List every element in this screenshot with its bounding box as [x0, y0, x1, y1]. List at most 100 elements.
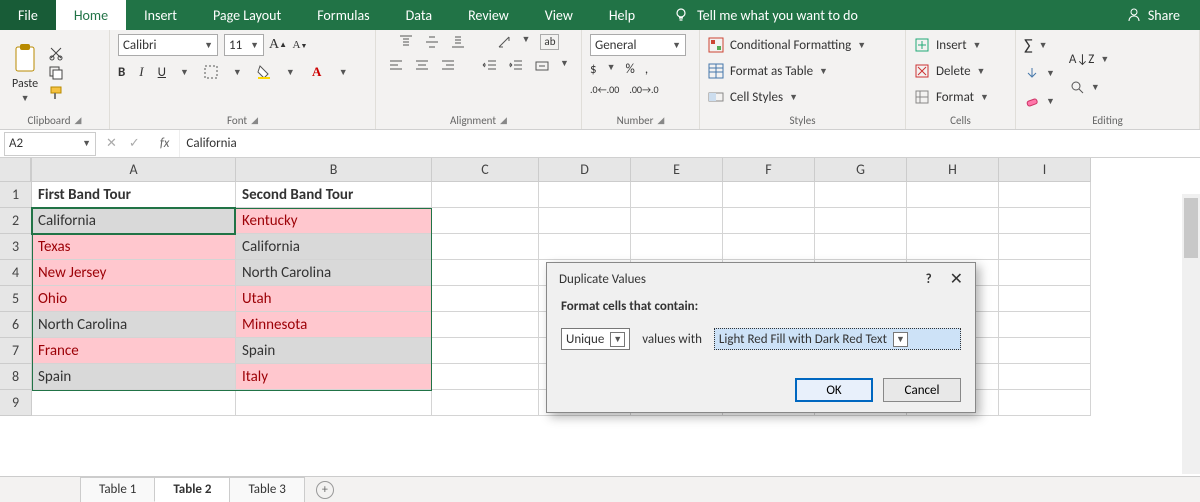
- percent-format-icon[interactable]: %: [626, 62, 635, 77]
- dialog-launcher-icon[interactable]: ◢: [251, 115, 258, 126]
- cell[interactable]: [999, 390, 1091, 416]
- dialog-rule-select[interactable]: Unique▼: [561, 328, 630, 350]
- row-header[interactable]: 5: [0, 286, 31, 312]
- sheet-tab[interactable]: Table 1: [80, 477, 155, 502]
- align-middle-icon[interactable]: [424, 34, 440, 50]
- cell[interactable]: [32, 390, 236, 416]
- accounting-format-icon[interactable]: $: [590, 62, 597, 77]
- column-header[interactable]: I: [999, 158, 1091, 182]
- row-header[interactable]: 3: [0, 234, 31, 260]
- find-select-button[interactable]: ▼: [1069, 76, 1109, 98]
- tell-me[interactable]: Tell me what you want to do: [653, 7, 858, 24]
- copy-icon[interactable]: [48, 65, 64, 81]
- cell[interactable]: [907, 234, 999, 260]
- tab-insert[interactable]: Insert: [126, 0, 195, 30]
- font-size-select[interactable]: 11▼: [224, 34, 264, 56]
- cut-icon[interactable]: [48, 45, 64, 61]
- cell[interactable]: [631, 182, 723, 208]
- dialog-launcher-icon[interactable]: ◢: [75, 115, 82, 126]
- number-format-select[interactable]: General▼: [590, 34, 686, 56]
- tab-home[interactable]: Home: [56, 0, 126, 30]
- tab-view[interactable]: View: [527, 0, 591, 30]
- cell[interactable]: [815, 208, 907, 234]
- dialog-format-select[interactable]: Light Red Fill with Dark Red Text▼: [714, 328, 961, 350]
- cell[interactable]: [907, 182, 999, 208]
- cell[interactable]: [432, 312, 539, 338]
- column-header[interactable]: E: [631, 158, 723, 182]
- tab-review[interactable]: Review: [450, 0, 527, 30]
- comma-format-icon[interactable]: ,: [645, 62, 648, 77]
- dialog-close-button[interactable]: ✕: [950, 269, 963, 289]
- format-painter-icon[interactable]: [48, 85, 64, 101]
- cell[interactable]: [999, 260, 1091, 286]
- cell[interactable]: [907, 208, 999, 234]
- wrap-text-icon[interactable]: ab: [540, 34, 559, 50]
- paste-button[interactable]: Paste ▼: [8, 41, 42, 106]
- align-top-icon[interactable]: [398, 34, 414, 50]
- cell[interactable]: [999, 312, 1091, 338]
- sheet-tab[interactable]: Table 3: [229, 477, 304, 502]
- cell[interactable]: [236, 390, 432, 416]
- vertical-scroll-thumb[interactable]: [1184, 198, 1198, 258]
- cell[interactable]: [432, 364, 539, 390]
- align-center-icon[interactable]: [414, 58, 430, 74]
- cell[interactable]: [631, 234, 723, 260]
- column-header[interactable]: A: [32, 158, 236, 182]
- cell[interactable]: North Carolina: [236, 260, 432, 286]
- row-header[interactable]: 9: [0, 390, 31, 416]
- cell[interactable]: [999, 234, 1091, 260]
- row-header[interactable]: 7: [0, 338, 31, 364]
- formula-input[interactable]: California: [179, 130, 1200, 157]
- cell[interactable]: Utah: [236, 286, 432, 312]
- delete-cells-button[interactable]: Delete▼: [914, 60, 985, 82]
- row-header[interactable]: 8: [0, 364, 31, 390]
- orientation-icon[interactable]: [496, 34, 512, 50]
- cell[interactable]: Ohio: [32, 286, 236, 312]
- cell[interactable]: Spain: [236, 338, 432, 364]
- tab-formulas[interactable]: Formulas: [299, 0, 387, 30]
- autosum-button[interactable]: ∑▼: [1024, 34, 1055, 56]
- share-button[interactable]: Share: [1126, 7, 1200, 24]
- align-left-icon[interactable]: [388, 58, 404, 74]
- dialog-help-button[interactable]: ?: [926, 272, 932, 287]
- clear-button[interactable]: ▼: [1024, 90, 1055, 112]
- font-color-icon[interactable]: A: [309, 64, 325, 80]
- tab-data[interactable]: Data: [388, 0, 450, 30]
- borders-icon[interactable]: [203, 64, 219, 80]
- fx-icon[interactable]: fx: [150, 136, 180, 151]
- fill-color-icon[interactable]: [256, 64, 272, 80]
- cell[interactable]: [432, 260, 539, 286]
- fill-button[interactable]: ▼: [1024, 62, 1055, 84]
- dialog-launcher-icon[interactable]: ◢: [500, 115, 507, 126]
- dialog-ok-button[interactable]: OK: [795, 378, 873, 402]
- cell[interactable]: [723, 208, 815, 234]
- increase-indent-icon[interactable]: [508, 58, 524, 74]
- row-header[interactable]: 6: [0, 312, 31, 338]
- tab-file[interactable]: File: [0, 0, 56, 30]
- format-as-table-button[interactable]: Format as Table▼: [708, 60, 828, 82]
- column-header[interactable]: B: [236, 158, 432, 182]
- bold-button[interactable]: B: [118, 65, 125, 80]
- cell[interactable]: California: [32, 208, 236, 234]
- row-header[interactable]: 2: [0, 208, 31, 234]
- align-right-icon[interactable]: [440, 58, 456, 74]
- format-cells-button[interactable]: Format▼: [914, 86, 989, 108]
- cell[interactable]: [432, 208, 539, 234]
- insert-cells-button[interactable]: Insert▼: [914, 34, 981, 56]
- cell[interactable]: [723, 234, 815, 260]
- font-name-select[interactable]: Calibri▼: [118, 34, 218, 56]
- sort-filter-button[interactable]: A↓Z▼: [1069, 48, 1109, 70]
- cell-styles-button[interactable]: Cell Styles▼: [708, 86, 798, 108]
- row-header[interactable]: 4: [0, 260, 31, 286]
- cell[interactable]: Second Band Tour: [236, 182, 432, 208]
- enter-formula-icon[interactable]: ✓: [129, 136, 140, 151]
- cell[interactable]: [539, 234, 631, 260]
- row-header[interactable]: 1: [0, 182, 31, 208]
- conditional-formatting-button[interactable]: Conditional Formatting▼: [708, 34, 866, 56]
- cell[interactable]: [432, 286, 539, 312]
- decrease-indent-icon[interactable]: [482, 58, 498, 74]
- cell[interactable]: Kentucky: [236, 208, 432, 234]
- merge-icon[interactable]: [534, 58, 550, 74]
- cell[interactable]: [432, 182, 539, 208]
- cell[interactable]: [539, 208, 631, 234]
